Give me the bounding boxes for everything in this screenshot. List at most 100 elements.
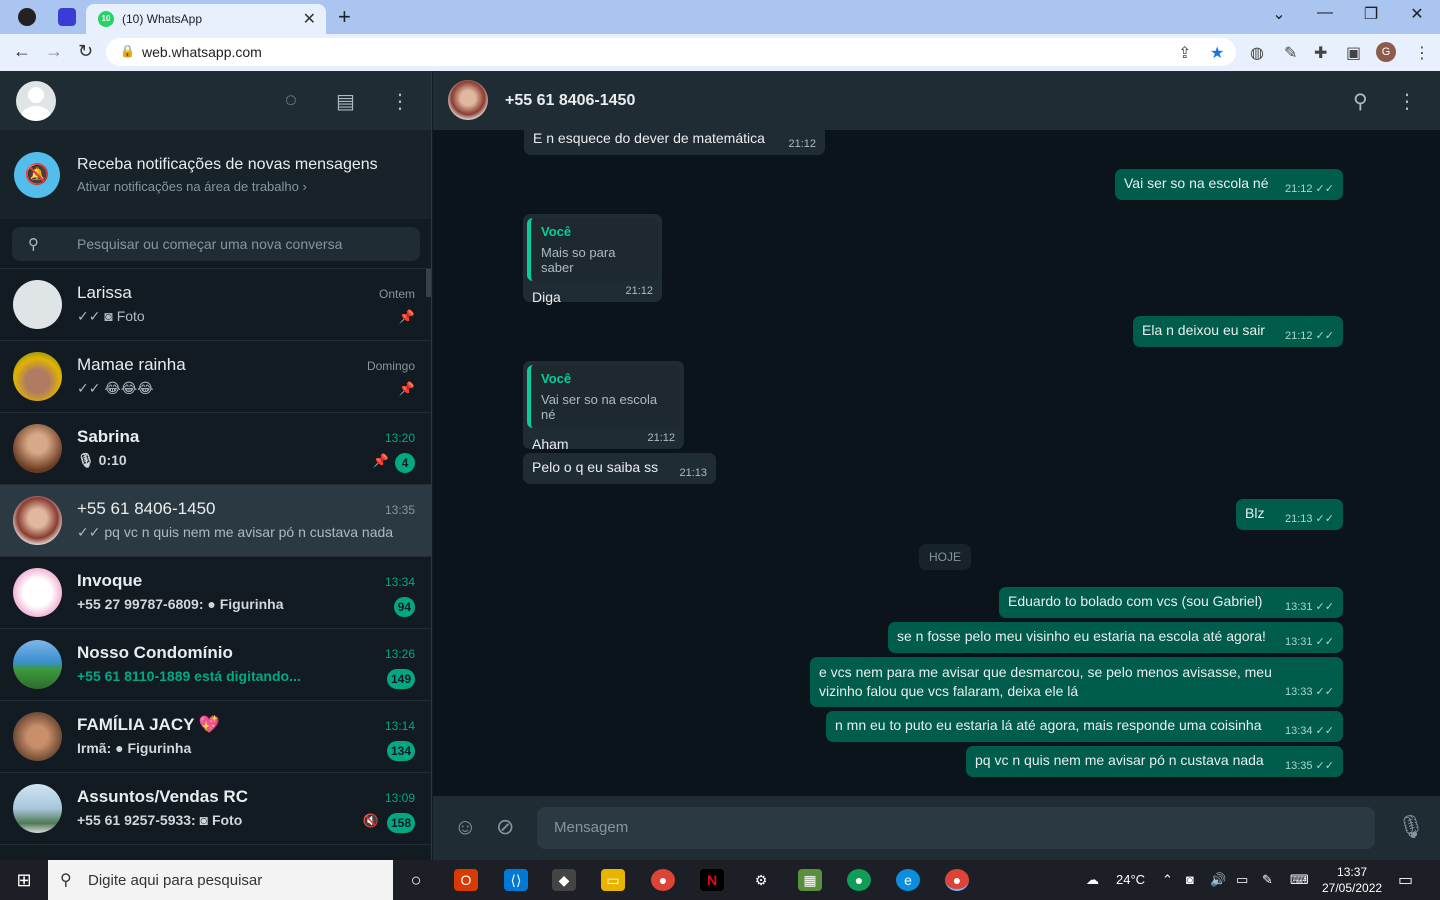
chat-item-larissa[interactable]: Larissa ✓✓ ◙ Foto Ontem 📌 xyxy=(0,269,431,341)
keyboard-icon[interactable]: ⌨ xyxy=(1290,872,1309,888)
message-time: 21:12 xyxy=(625,285,653,297)
chat-item-invoque[interactable]: Invoque +55 27 99787-6809: ● Figurinha 1… xyxy=(0,557,431,629)
message-incoming[interactable]: Pelo o q eu saiba ss 21:13 xyxy=(523,453,716,484)
message-outgoing[interactable]: n mn eu to puto eu estaria lá até agora,… xyxy=(826,711,1343,742)
weather-temp[interactable]: 24°C xyxy=(1116,872,1145,887)
chat-item-mamae-rainha[interactable]: Mamae rainha ✓✓ 😂😂😂 Domingo 📌 xyxy=(0,341,431,413)
unread-badge: 158 xyxy=(386,813,415,833)
menu-icon[interactable]: ⋮ xyxy=(390,89,410,114)
taskbar-clock[interactable]: 13:37 27/05/2022 xyxy=(1322,864,1382,896)
sidebar-header: ◌ ▤ ⋮ xyxy=(0,71,431,130)
forward-icon[interactable]: → xyxy=(45,41,63,62)
chat-last-message: ✓✓ ◙ Foto xyxy=(77,308,145,324)
message-time: 13:31 ✓✓ xyxy=(1284,601,1334,613)
chat-last-message: +55 27 99787-6809: ● Figurinha xyxy=(77,596,284,612)
message-incoming-reply[interactable]: Você Vai ser so na escola né Aham 21:12 xyxy=(523,361,684,452)
browser-menu-icon[interactable]: ⋮ xyxy=(1414,43,1430,63)
pen-icon[interactable]: ✎ xyxy=(1262,872,1273,888)
maximize-button[interactable]: ❐ xyxy=(1356,4,1386,24)
bookmark-star-icon[interactable]: ★ xyxy=(1210,43,1224,63)
task-view-icon[interactable]: ○ xyxy=(404,869,428,891)
close-tab-icon[interactable]: ✕ xyxy=(303,9,316,29)
message-outgoing[interactable]: e vcs nem para me avisar que desmarcou, … xyxy=(810,657,1343,707)
file-explorer-icon[interactable]: ▭ xyxy=(601,869,625,891)
chat-time: Ontem xyxy=(378,287,415,301)
minecraft-icon[interactable]: ▦ xyxy=(798,869,822,891)
avatar xyxy=(13,424,62,473)
address-bar[interactable]: 🔒 web.whatsapp.com ⇪ ★ xyxy=(106,38,1236,66)
my-avatar[interactable] xyxy=(16,81,56,121)
message-outgoing[interactable]: Eduardo to bolado com vcs (sou Gabriel) … xyxy=(999,587,1343,618)
close-window-button[interactable]: ✕ xyxy=(1402,4,1432,24)
message-outgoing[interactable]: Vai ser so na escola né 21:12 ✓✓ xyxy=(1115,169,1343,200)
quoted-message[interactable]: Você Mais so para saber xyxy=(527,218,658,281)
message-incoming[interactable]: E n esquece do dever de matemática 21:12 xyxy=(524,124,825,155)
profile-avatar[interactable]: G xyxy=(1376,42,1396,62)
network-icon[interactable]: ▭ xyxy=(1236,872,1248,888)
sidepanel-icon[interactable]: ▣ xyxy=(1346,43,1361,63)
chat-item-nosso-condominio[interactable]: Nosso Condomínio +55 61 8110-1889 está d… xyxy=(0,629,431,701)
chrome-icon[interactable]: ● xyxy=(651,869,675,891)
emoji-icon[interactable]: ☺ xyxy=(454,814,476,840)
new-chat-icon[interactable]: ▤ xyxy=(336,89,355,114)
tray-app-icon[interactable]: ◙ xyxy=(1186,872,1194,887)
volume-icon[interactable]: 🔊 xyxy=(1210,872,1226,888)
video-tab-icon[interactable] xyxy=(58,8,76,26)
microphone-icon[interactable]: 🎙 xyxy=(1397,814,1425,840)
chrome-profile-icon[interactable]: ● xyxy=(847,869,871,891)
share-icon[interactable]: ⇪ xyxy=(1178,43,1191,63)
chat-item-familia-jacy[interactable]: FAMÍLIA JACY 💖 Irmã: ● Figurinha 13:14 1… xyxy=(0,701,431,773)
tab-whatsapp[interactable]: 10 (10) WhatsApp ✕ xyxy=(86,4,326,34)
reload-icon[interactable]: ↻ xyxy=(78,41,93,62)
message-input[interactable]: Mensagem xyxy=(537,807,1375,849)
office-icon[interactable]: O xyxy=(454,869,478,891)
message-text: pq vc n quis nem me avisar pó n custava … xyxy=(975,752,1264,768)
weather-icon[interactable]: ☁ xyxy=(1086,872,1099,888)
search-icon[interactable]: ⚲ xyxy=(1353,89,1368,114)
chat-item-assuntos-vendas-rc[interactable]: Assuntos/Vendas RC +55 61 9257-5933: ◙ F… xyxy=(0,773,431,845)
contact-avatar[interactable] xyxy=(448,80,488,120)
chat-item-sabrina[interactable]: Sabrina 🎙 0:10 13:20 📌 4 xyxy=(0,413,431,485)
edge-icon[interactable]: e xyxy=(896,869,920,891)
chrome-active-icon[interactable]: ● xyxy=(945,869,969,891)
tray-chevron-icon[interactable]: ⌃ xyxy=(1162,872,1173,888)
attach-icon[interactable]: ⊘ xyxy=(496,814,514,840)
chat-last-message: ✓✓ pq vc n quis nem me avisar pó n custa… xyxy=(77,524,394,540)
menu-icon[interactable]: ⋮ xyxy=(1397,89,1417,114)
back-icon[interactable]: ← xyxy=(13,41,31,62)
search-input[interactable]: ⚲ Pesquisar ou começar uma nova conversa xyxy=(12,227,420,261)
minimize-button[interactable]: — xyxy=(1310,4,1340,22)
tab-search-icon[interactable]: ⌄ xyxy=(1264,4,1294,24)
notification-link[interactable]: Ativar notificações na área de trabalho … xyxy=(77,179,307,194)
message-outgoing[interactable]: Blz 21:13 ✓✓ xyxy=(1236,499,1343,530)
extensions-puzzle-icon[interactable]: ✚ xyxy=(1314,43,1327,63)
chat-item-active-contact[interactable]: +55 61 8406-1450 ✓✓ pq vc n quis nem me … xyxy=(0,485,431,557)
status-icon[interactable]: ◌ xyxy=(285,89,297,112)
conversation-header[interactable]: +55 61 8406-1450 ⚲ ⋮ xyxy=(433,71,1440,130)
message-time: 21:12 ✓✓ xyxy=(1284,330,1334,342)
extension-globe-icon[interactable]: ◍ xyxy=(1250,43,1264,63)
netflix-icon[interactable]: N xyxy=(700,869,724,891)
chat-list-scrollbar[interactable] xyxy=(426,269,431,297)
quoted-message[interactable]: Você Vai ser so na escola né xyxy=(527,365,680,428)
chat-name: FAMÍLIA JACY 💖 xyxy=(77,715,221,734)
chat-last-message: +55 61 9257-5933: ◙ Foto xyxy=(77,812,243,828)
notifications-icon[interactable]: ▭ xyxy=(1398,870,1413,890)
vscode-icon[interactable]: ⟨⟩ xyxy=(504,869,528,891)
windows-start-icon[interactable]: ⊞ xyxy=(12,869,36,891)
message-text: e vcs nem para me avisar que desmarcou, … xyxy=(819,664,1272,699)
message-outgoing[interactable]: Ela n deixou eu sair 21:12 ✓✓ xyxy=(1133,316,1343,347)
message-outgoing[interactable]: pq vc n quis nem me avisar pó n custava … xyxy=(966,746,1343,777)
settings-icon[interactable]: ⚙ xyxy=(749,869,773,891)
message-text: Eduardo to bolado com vcs (sou Gabriel) xyxy=(1008,593,1263,609)
search-bar: ⚲ Pesquisar ou começar uma nova conversa xyxy=(0,219,431,269)
notification-banner[interactable]: 🔕 Receba notificações de novas mensagens… xyxy=(0,130,431,219)
taskbar-search[interactable]: ⚲ Digite aqui para pesquisar xyxy=(48,860,393,900)
message-incoming-reply[interactable]: Você Mais so para saber Diga 21:12 xyxy=(523,214,662,305)
extension-pen-icon[interactable]: ✎ xyxy=(1284,43,1297,63)
game-icon[interactable]: ◆ xyxy=(552,869,576,891)
github-tab-icon[interactable] xyxy=(18,8,36,26)
message-outgoing[interactable]: se n fosse pelo meu visinho eu estaria n… xyxy=(888,622,1343,653)
avatar xyxy=(13,784,62,833)
new-tab-button[interactable]: + xyxy=(338,4,351,30)
